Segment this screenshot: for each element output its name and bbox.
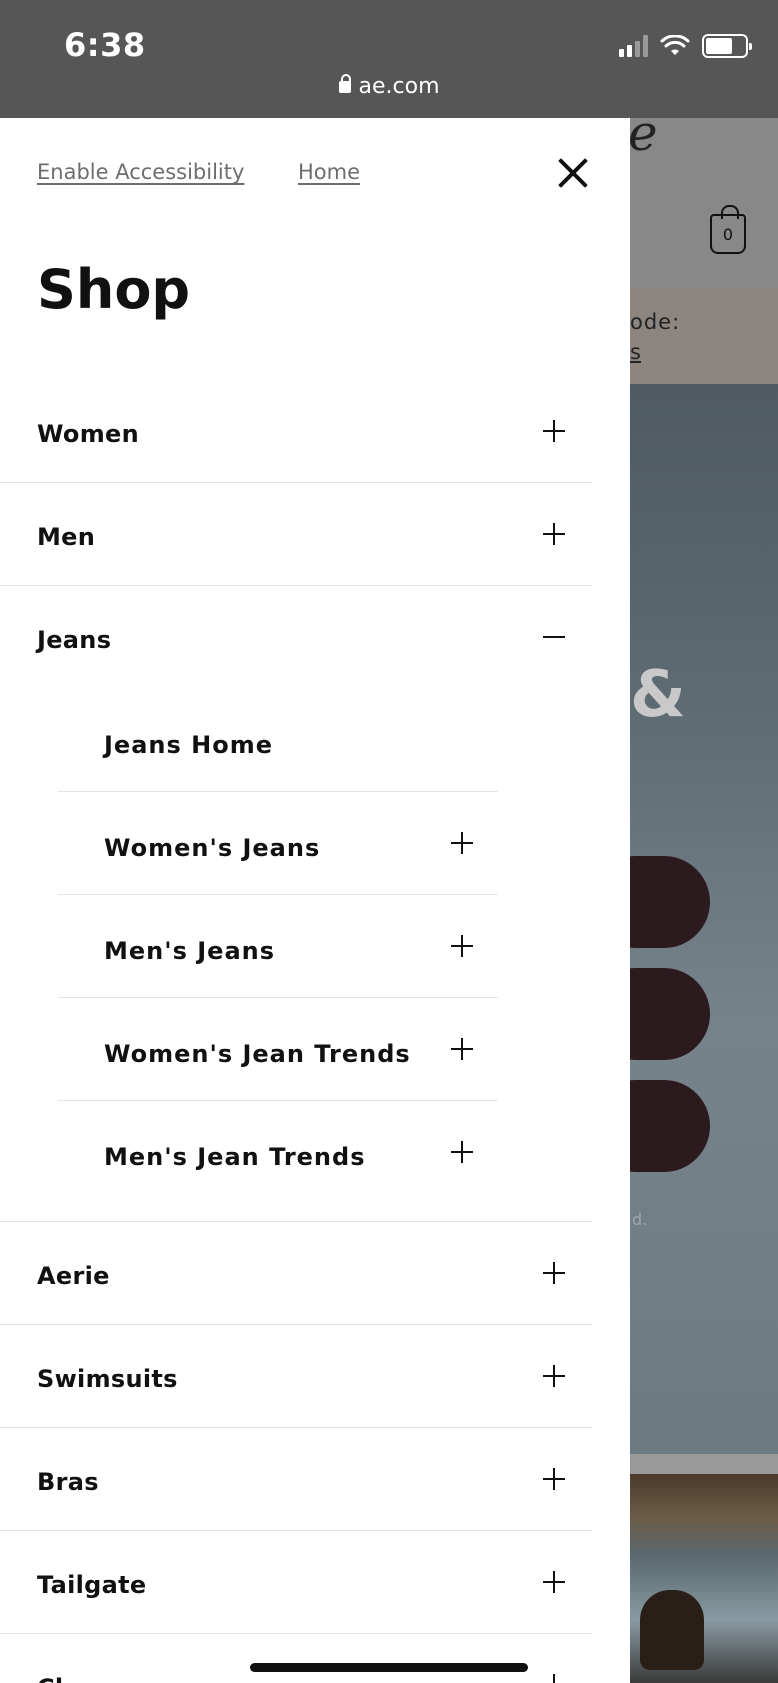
category-label: Bras bbox=[37, 1468, 99, 1496]
plus-icon[interactable] bbox=[451, 1141, 473, 1163]
subitem-womens-jean-trends[interactable]: Women's Jean Trends bbox=[58, 998, 498, 1101]
plus-icon[interactable] bbox=[543, 1674, 565, 1683]
category-swimsuits[interactable]: Swimsuits bbox=[0, 1325, 592, 1428]
category-label: Swimsuits bbox=[37, 1365, 178, 1393]
category-women[interactable]: Women bbox=[0, 380, 592, 483]
category-label: Aerie bbox=[37, 1262, 110, 1290]
drawer-top-bar: Enable Accessibility Home bbox=[0, 118, 630, 228]
shop-menu-drawer: Enable Accessibility Home Shop Women Men… bbox=[0, 118, 630, 1683]
battery-icon bbox=[702, 34, 752, 58]
shopping-bag-icon[interactable]: 0 bbox=[710, 205, 746, 254]
subitem-label: Men's Jean Trends bbox=[104, 1143, 366, 1171]
background-page: e 0 ode: s & d. bbox=[630, 118, 778, 1683]
category-partial[interactable]: Cl bbox=[0, 1634, 592, 1683]
promo-link[interactable]: s bbox=[630, 340, 641, 364]
enable-accessibility-link[interactable]: Enable Accessibility bbox=[37, 160, 244, 184]
category-label: Women bbox=[37, 420, 139, 448]
category-label: Jeans bbox=[37, 626, 112, 654]
minus-icon[interactable] bbox=[543, 626, 565, 648]
photo-subject bbox=[640, 1590, 704, 1670]
hero-footnote: d. bbox=[632, 1210, 648, 1229]
promo-banner: ode: s bbox=[630, 288, 778, 384]
subitem-womens-jeans[interactable]: Women's Jeans bbox=[58, 792, 498, 895]
category-label: Tailgate bbox=[37, 1571, 147, 1599]
category-label: Cl bbox=[37, 1674, 63, 1683]
category-tailgate[interactable]: Tailgate bbox=[0, 1531, 592, 1634]
category-aerie[interactable]: Aerie bbox=[0, 1222, 592, 1325]
subitem-mens-jeans[interactable]: Men's Jeans bbox=[58, 895, 498, 998]
plus-icon[interactable] bbox=[451, 832, 473, 854]
category-label: Men bbox=[37, 523, 96, 551]
subitem-jeans-home[interactable]: Jeans Home bbox=[58, 689, 498, 792]
plus-icon[interactable] bbox=[451, 935, 473, 957]
address-bar[interactable]: ae.com bbox=[0, 74, 778, 99]
plus-icon[interactable] bbox=[543, 1365, 565, 1387]
home-indicator[interactable] bbox=[250, 1663, 528, 1672]
subitem-label: Men's Jeans bbox=[104, 937, 276, 965]
menu-title: Shop bbox=[37, 258, 191, 321]
subitem-label: Jeans Home bbox=[104, 731, 273, 759]
plus-icon[interactable] bbox=[451, 1038, 473, 1060]
subitem-mens-jean-trends[interactable]: Men's Jean Trends bbox=[58, 1101, 498, 1204]
status-time: 6:38 bbox=[64, 26, 146, 64]
bag-count: 0 bbox=[722, 225, 734, 244]
home-link[interactable]: Home bbox=[298, 160, 360, 184]
lock-icon bbox=[338, 74, 351, 93]
category-jeans[interactable]: Jeans bbox=[0, 586, 592, 689]
close-icon[interactable] bbox=[556, 156, 590, 190]
hero-glyph: & bbox=[630, 658, 686, 732]
plus-icon[interactable] bbox=[543, 523, 565, 545]
promo-text: ode: bbox=[630, 310, 681, 334]
subitem-label: Women's Jean Trends bbox=[104, 1040, 411, 1068]
category-men[interactable]: Men bbox=[0, 483, 592, 586]
plus-icon[interactable] bbox=[543, 1468, 565, 1490]
site-header: e 0 bbox=[630, 118, 778, 288]
cellular-signal-icon bbox=[619, 35, 648, 57]
plus-icon[interactable] bbox=[543, 420, 565, 442]
status-icons bbox=[619, 34, 752, 58]
subitem-label: Women's Jeans bbox=[104, 834, 321, 862]
status-bar: 6:38 ae.com bbox=[0, 0, 778, 118]
url-text: ae.com bbox=[358, 74, 440, 99]
site-logo: e bbox=[630, 118, 658, 162]
wifi-icon bbox=[660, 35, 690, 55]
plus-icon[interactable] bbox=[543, 1571, 565, 1593]
plus-icon[interactable] bbox=[543, 1262, 565, 1284]
category-bras[interactable]: Bras bbox=[0, 1428, 592, 1531]
